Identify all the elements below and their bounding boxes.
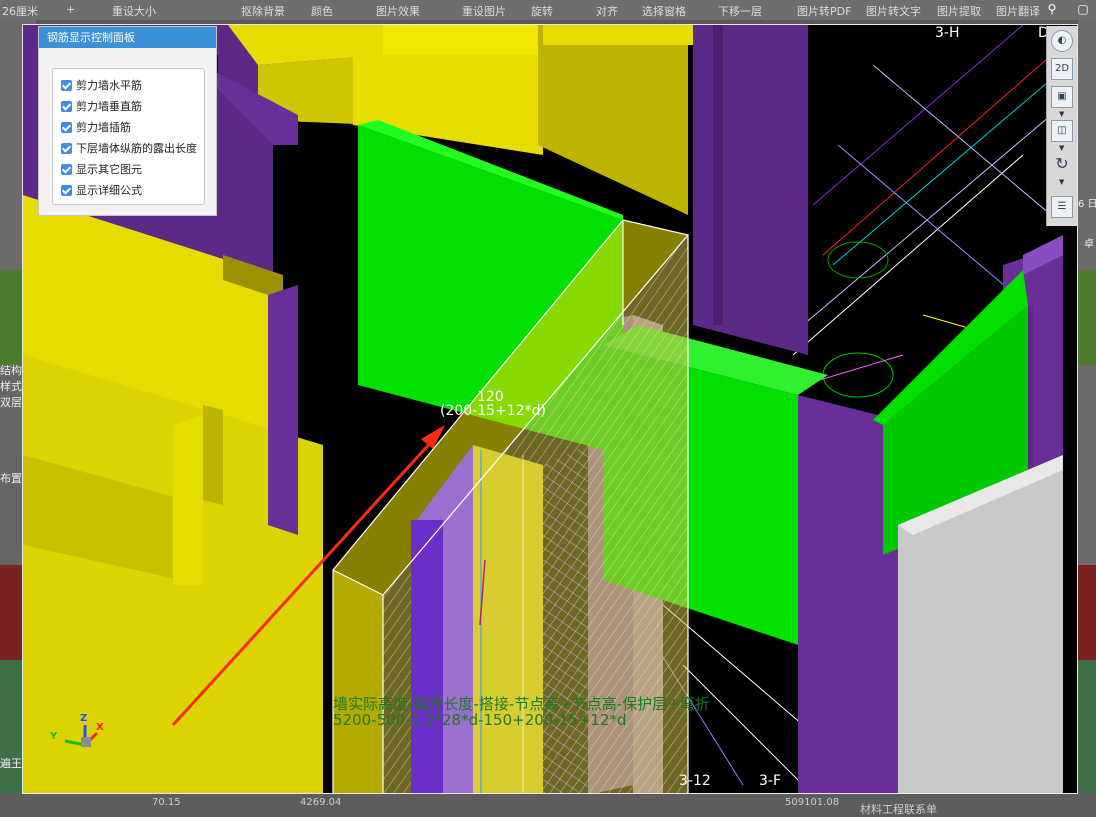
toolbar-send-backward[interactable]: 下移一层 (718, 3, 762, 19)
right-fragment-1: 6 日 (1078, 199, 1096, 210)
formula-calculation: 5200-500-1.2*28*d-150+200-15+12*d (333, 711, 627, 729)
right-background: 6 日 卓 (1078, 20, 1096, 815)
rotate-icon[interactable]: ↻ (1051, 154, 1073, 176)
toolbar-image-extract[interactable]: 图片提取 (937, 3, 981, 19)
option-label: 显示详细公式 (76, 184, 142, 197)
panel-title: 钢筋显示控制面板 (39, 27, 216, 48)
toolbar-size-field[interactable]: 26厘米 (2, 3, 38, 19)
bottom-fragment-1: 70.15 (152, 797, 181, 808)
option-label: 剪力墙插筋 (76, 121, 131, 134)
axis-z-label: Z (80, 713, 88, 724)
toolbar-remove-background[interactable]: 抠除背景 (241, 3, 285, 19)
toolbar-reset-size[interactable]: 重设大小 (112, 3, 156, 19)
view-cube-icon[interactable]: ◫ (1051, 120, 1073, 142)
toolbar-selection-pane[interactable]: 选择窗格 (642, 3, 686, 19)
toolbar-rotate[interactable]: 旋转 (531, 3, 553, 19)
axis-label-3h: 3-H (935, 25, 960, 41)
image-toolbar: 26厘米 + 重设大小 抠除背景 颜色 图片效果 重设图片 旋转 对齐 选择窗格… (0, 0, 1096, 20)
orbit-icon[interactable]: ◐ (1051, 30, 1073, 52)
option-shear-wall-vertical[interactable]: 剪力墙垂直筋 (61, 98, 142, 114)
toolbar-reset-image[interactable]: 重设图片 (462, 3, 506, 19)
checkbox[interactable] (61, 100, 72, 112)
checkbox[interactable] (61, 121, 72, 133)
option-lower-wall-exposed-length[interactable]: 下层墙体纵筋的露出长度 (61, 140, 197, 156)
layer-list-icon[interactable]: ☰ (1051, 196, 1073, 218)
view-2d-button[interactable]: 2D (1051, 58, 1073, 80)
option-show-detailed-formula[interactable]: 显示详细公式 (61, 182, 142, 198)
checkbox[interactable] (61, 142, 72, 154)
rebar-display-control-panel: 钢筋显示控制面板 剪力墙水平筋 剪力墙垂直筋 剪力墙插筋 下层墙体纵筋的露出长度… (38, 26, 217, 216)
checkbox[interactable] (61, 184, 72, 196)
right-fragment-2: 卓 (1084, 239, 1094, 250)
option-shear-wall-dowel[interactable]: 剪力墙插筋 (61, 119, 131, 135)
option-label: 下层墙体纵筋的露出长度 (76, 142, 197, 155)
toolbar-color[interactable]: 颜色 (311, 3, 333, 19)
axis-x-label: X (96, 722, 104, 733)
dimension-formula: (200-15+12*d) (440, 403, 546, 419)
bottom-status-bar: 70.15 4269.04 509101.08 材料工程联系单 (0, 793, 1096, 816)
view-3d-box-icon[interactable]: ▣ (1051, 86, 1073, 108)
chevron-down-icon[interactable]: ▼ (1059, 178, 1064, 186)
toolbar-image-effects[interactable]: 图片效果 (376, 3, 420, 19)
toolbar-image-to-text[interactable]: 图片转文字 (866, 3, 921, 19)
axis-label-3f: 3-F (759, 773, 782, 789)
option-label: 显示其它图元 (76, 163, 142, 176)
axis-y-label: Y (50, 731, 58, 742)
option-label: 剪力墙垂直筋 (76, 100, 142, 113)
options-group: 剪力墙水平筋 剪力墙垂直筋 剪力墙插筋 下层墙体纵筋的露出长度 显示其它图元 显… (52, 68, 205, 205)
option-show-other-elements[interactable]: 显示其它图元 (61, 161, 142, 177)
bottom-fragment-2: 4269.04 (300, 797, 342, 808)
view-2d-label: 2D (1054, 63, 1070, 74)
checkbox[interactable] (61, 163, 72, 175)
toolbar-add-icon[interactable]: + (66, 3, 75, 16)
view-tools-toolbar: ◐ 2D ▣ ▼ ◫ ▼ ↻ ▼ ☰ (1046, 26, 1077, 226)
option-shear-wall-horizontal[interactable]: 剪力墙水平筋 (61, 77, 142, 93)
pin-icon[interactable]: ⚲ (1045, 2, 1059, 16)
toolbar-image-to-pdf[interactable]: 图片转PDF (797, 3, 851, 19)
option-label: 剪力墙水平筋 (76, 79, 142, 92)
window-restore-icon[interactable]: ▢ (1076, 2, 1090, 16)
chevron-down-icon[interactable]: ▼ (1059, 144, 1064, 152)
checkbox[interactable] (61, 79, 72, 91)
axis-label-3-12: 3-12 (679, 773, 711, 789)
toolbar-align[interactable]: 对齐 (596, 3, 618, 19)
chevron-down-icon[interactable]: ▼ (1059, 110, 1064, 118)
bottom-fragment-3: 509101.08 (785, 797, 840, 808)
toolbar-image-translate[interactable]: 图片翻译 (996, 3, 1040, 19)
